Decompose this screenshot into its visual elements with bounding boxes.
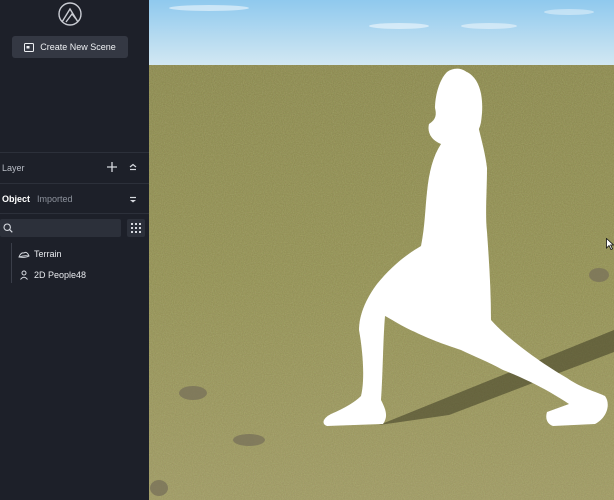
- 3d-viewport[interactable]: [149, 0, 614, 500]
- chevron-up-icon[interactable]: [128, 163, 138, 171]
- create-new-scene-button[interactable]: Create New Scene: [12, 36, 128, 58]
- tree-item-label: Terrain: [34, 249, 62, 259]
- tab-imported[interactable]: Imported: [37, 194, 73, 204]
- person-icon: [20, 270, 28, 280]
- search-input[interactable]: [16, 220, 116, 236]
- caret-down-icon[interactable]: [128, 196, 138, 204]
- search-box: [0, 219, 121, 237]
- layer-header: Layer: [0, 156, 149, 180]
- mountain-logo[interactable]: [58, 2, 82, 26]
- tree-item-2d-people48[interactable]: 2D People48: [18, 266, 146, 284]
- plus-icon[interactable]: [106, 161, 118, 173]
- grid-view-icon: [131, 223, 141, 233]
- mouse-cursor-icon: [606, 238, 614, 250]
- scene-screen-icon: [24, 42, 35, 52]
- tree-item-label: 2D People48: [34, 270, 87, 280]
- divider: [0, 183, 149, 184]
- tree-guide-line: [11, 243, 12, 283]
- create-new-scene-label: Create New Scene: [40, 42, 116, 52]
- divider: [0, 152, 149, 153]
- divider: [0, 213, 149, 214]
- search-icon: [3, 223, 13, 233]
- scene-canvas: [149, 0, 614, 500]
- layer-label: Layer: [2, 163, 25, 173]
- tree-item-terrain[interactable]: Terrain: [18, 245, 146, 263]
- object-tabs: Object Imported: [0, 190, 149, 210]
- sidebar: Create New Scene Layer Object Imported T…: [0, 0, 149, 500]
- terrain-icon: [18, 251, 30, 258]
- grid-view-button[interactable]: [127, 219, 145, 237]
- tab-object[interactable]: Object: [2, 194, 30, 204]
